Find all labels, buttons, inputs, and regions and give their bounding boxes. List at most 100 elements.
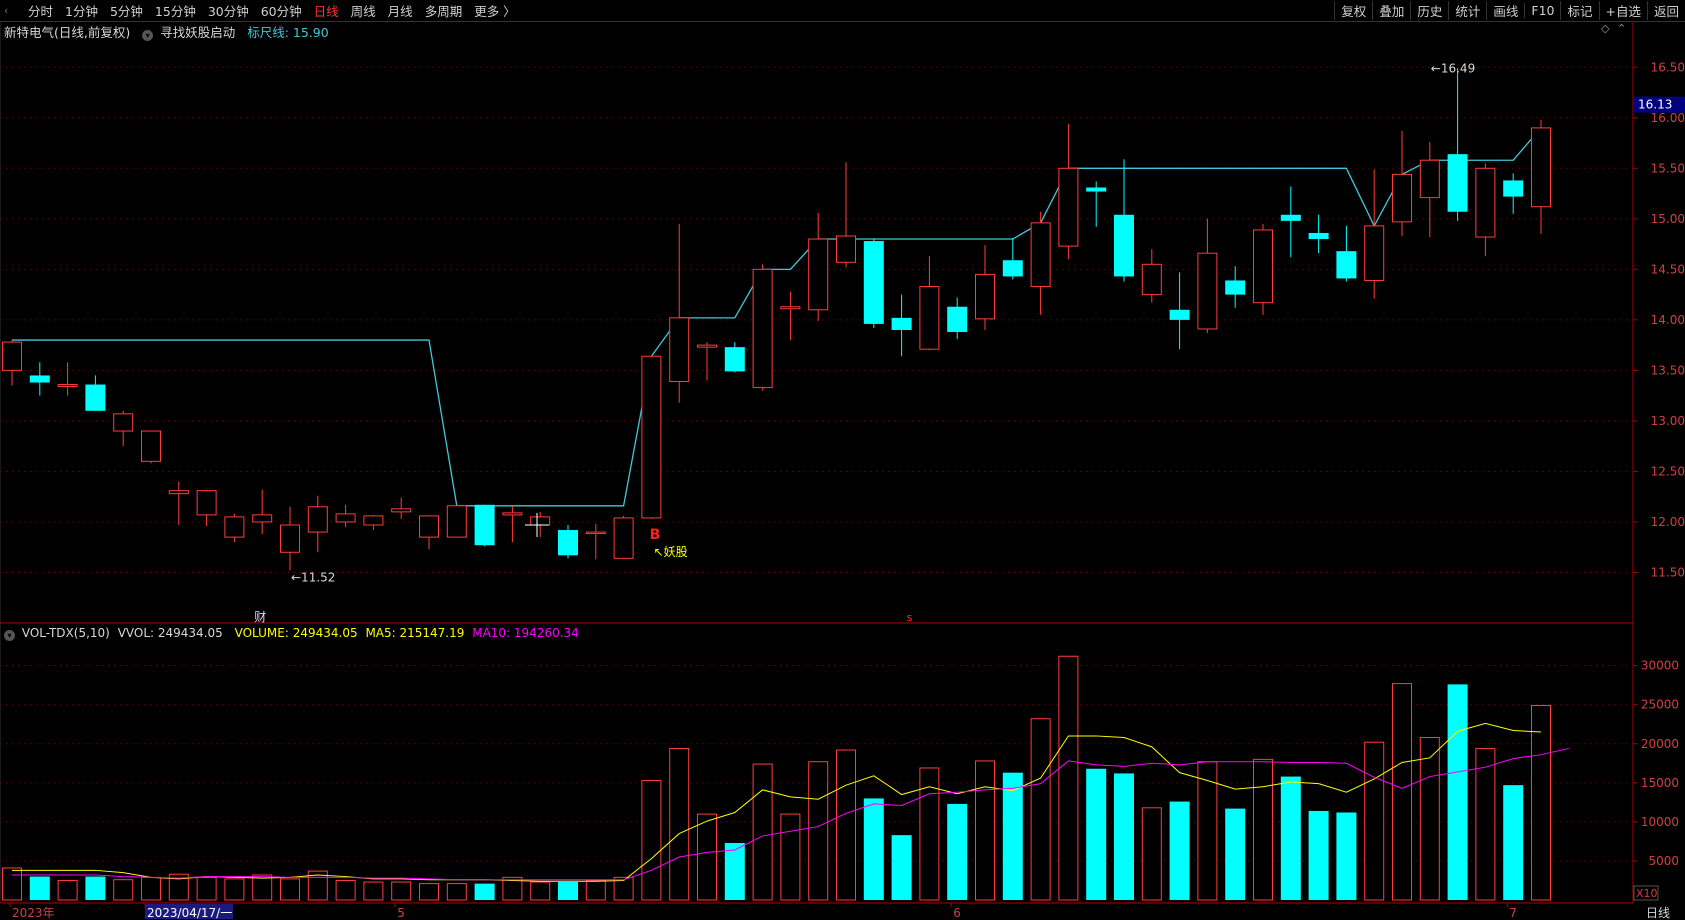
candle-body-up bbox=[669, 317, 690, 383]
candle-body-down bbox=[1086, 187, 1107, 192]
yao-stock-label: ↖妖股 bbox=[654, 545, 688, 559]
volume-bar-down bbox=[1086, 768, 1107, 900]
candle-body-up bbox=[1419, 159, 1440, 199]
candle-body-up bbox=[808, 238, 829, 311]
volume-bar-up bbox=[836, 749, 856, 901]
volume-bar-down bbox=[1308, 810, 1329, 900]
volume-bar-up bbox=[1392, 683, 1412, 901]
volume-bar-up bbox=[419, 883, 439, 901]
price-tick-label: 15.00 bbox=[1651, 212, 1685, 226]
candle-body-down bbox=[1225, 280, 1246, 295]
candle-body-down bbox=[558, 530, 578, 556]
candle-body-down bbox=[1002, 260, 1023, 277]
volume-bar-down bbox=[724, 842, 745, 900]
low-price-annotation: ←11.52 bbox=[291, 570, 335, 584]
candle-body-down bbox=[1280, 214, 1301, 221]
price-tick-label: 12.50 bbox=[1651, 464, 1685, 478]
candle-body-up bbox=[780, 306, 801, 310]
candle-body-up bbox=[975, 273, 995, 320]
volume-bar-up bbox=[280, 878, 300, 901]
volume-unit-label: X10 bbox=[1636, 887, 1658, 900]
volume-bar-up bbox=[391, 881, 412, 901]
candle-body-up bbox=[697, 344, 717, 348]
candle-body-up bbox=[836, 235, 856, 263]
candle-body-up bbox=[419, 515, 439, 538]
volume-bar-up bbox=[1531, 704, 1551, 901]
candle-body-up bbox=[57, 384, 78, 388]
volume-bar-up bbox=[697, 813, 717, 901]
volume-bar-up bbox=[363, 881, 384, 901]
volume-bar-up bbox=[975, 760, 995, 901]
candle-body-up bbox=[613, 517, 634, 559]
candle-body-down bbox=[1114, 214, 1134, 277]
candle-body-down bbox=[1308, 232, 1329, 240]
candle-body-up bbox=[1364, 225, 1385, 281]
price-tick-label: 14.50 bbox=[1651, 262, 1685, 276]
candle-body-up bbox=[752, 268, 773, 389]
candle-body-down bbox=[29, 375, 50, 383]
candle-body-up bbox=[1058, 167, 1079, 247]
candle-body-up bbox=[252, 514, 273, 523]
x-tick-label: 2023年 bbox=[12, 906, 55, 920]
volume-bar-down bbox=[29, 876, 50, 900]
volume-bar-down bbox=[1169, 801, 1190, 900]
price-tick-label: 15.50 bbox=[1651, 161, 1685, 175]
buy-signal-label: B bbox=[650, 527, 661, 543]
volume-bar-up bbox=[780, 813, 801, 901]
volume-bar-up bbox=[1253, 758, 1273, 901]
candle-body-up bbox=[168, 490, 189, 495]
volume-bar-down bbox=[863, 798, 884, 900]
volume-bar-down bbox=[1280, 776, 1301, 900]
x-tick-label: 5 bbox=[397, 906, 405, 920]
price-tick-label: 13.00 bbox=[1651, 414, 1685, 428]
candle-body-down bbox=[474, 504, 495, 546]
volume-bar-up bbox=[585, 879, 606, 901]
volume-bar-up bbox=[141, 876, 161, 901]
candle-body-up bbox=[307, 506, 328, 533]
volume-tick-label: 15000 bbox=[1641, 776, 1679, 790]
candle-body-up bbox=[1030, 222, 1051, 288]
candle-body-up bbox=[919, 286, 940, 350]
volume-bar-up bbox=[641, 779, 662, 901]
volume-bar-down bbox=[474, 883, 495, 900]
candle-body-down bbox=[85, 384, 106, 411]
volume-bar-up bbox=[252, 874, 273, 901]
volume-bar-up bbox=[113, 879, 134, 901]
s-marker: s bbox=[907, 611, 913, 624]
volume-bar-up bbox=[2, 867, 22, 901]
period-corner-label: 日线 bbox=[1646, 906, 1670, 920]
x-tick-label: 7 bbox=[1509, 906, 1517, 920]
price-tick-label: 16.50 bbox=[1651, 60, 1685, 74]
candle-body-up bbox=[1253, 229, 1273, 304]
candle-body-up bbox=[1392, 173, 1412, 223]
candle-body-up bbox=[391, 508, 412, 513]
candle-body-up bbox=[224, 516, 245, 538]
candlestick-chart[interactable]: 11.50 12.00 12.50 13.00 13.50 14.00 14.50 15.00… bbox=[0, 0, 1685, 920]
price-tick-label: 13.50 bbox=[1651, 363, 1685, 377]
volume-bar-up bbox=[1364, 741, 1385, 901]
volume-tick-label: 10000 bbox=[1641, 815, 1679, 829]
price-tick-label: 16.00 bbox=[1651, 111, 1685, 125]
candle-body-up bbox=[335, 513, 356, 523]
candle-body-up bbox=[280, 524, 300, 553]
volume-tick-label: 5000 bbox=[1648, 854, 1679, 868]
volume-bar-up bbox=[1475, 747, 1496, 901]
volume-bar-down bbox=[891, 835, 912, 900]
price-tick-label: 12.00 bbox=[1651, 515, 1685, 529]
x-tick-label: 2023/04/17/一 bbox=[147, 906, 232, 920]
candle-body-down bbox=[724, 347, 745, 372]
high-price-annotation: ←16.49 bbox=[1431, 61, 1475, 75]
volume-bar-up bbox=[669, 747, 690, 901]
price-tick-label: 11.50 bbox=[1651, 565, 1685, 579]
candle-body-down bbox=[1336, 251, 1357, 279]
candle-body-up bbox=[2, 341, 22, 371]
volume-bar-down bbox=[1447, 684, 1468, 900]
candle-body-up bbox=[196, 490, 217, 516]
volume-bar-up bbox=[1058, 655, 1079, 901]
candle-body-up bbox=[530, 516, 551, 526]
candle-body-down bbox=[891, 317, 912, 330]
volume-bar-up bbox=[1030, 718, 1051, 901]
price-tick-label: 14.00 bbox=[1651, 313, 1685, 327]
volume-bar-up bbox=[446, 883, 467, 901]
volume-bar-down bbox=[558, 882, 578, 900]
